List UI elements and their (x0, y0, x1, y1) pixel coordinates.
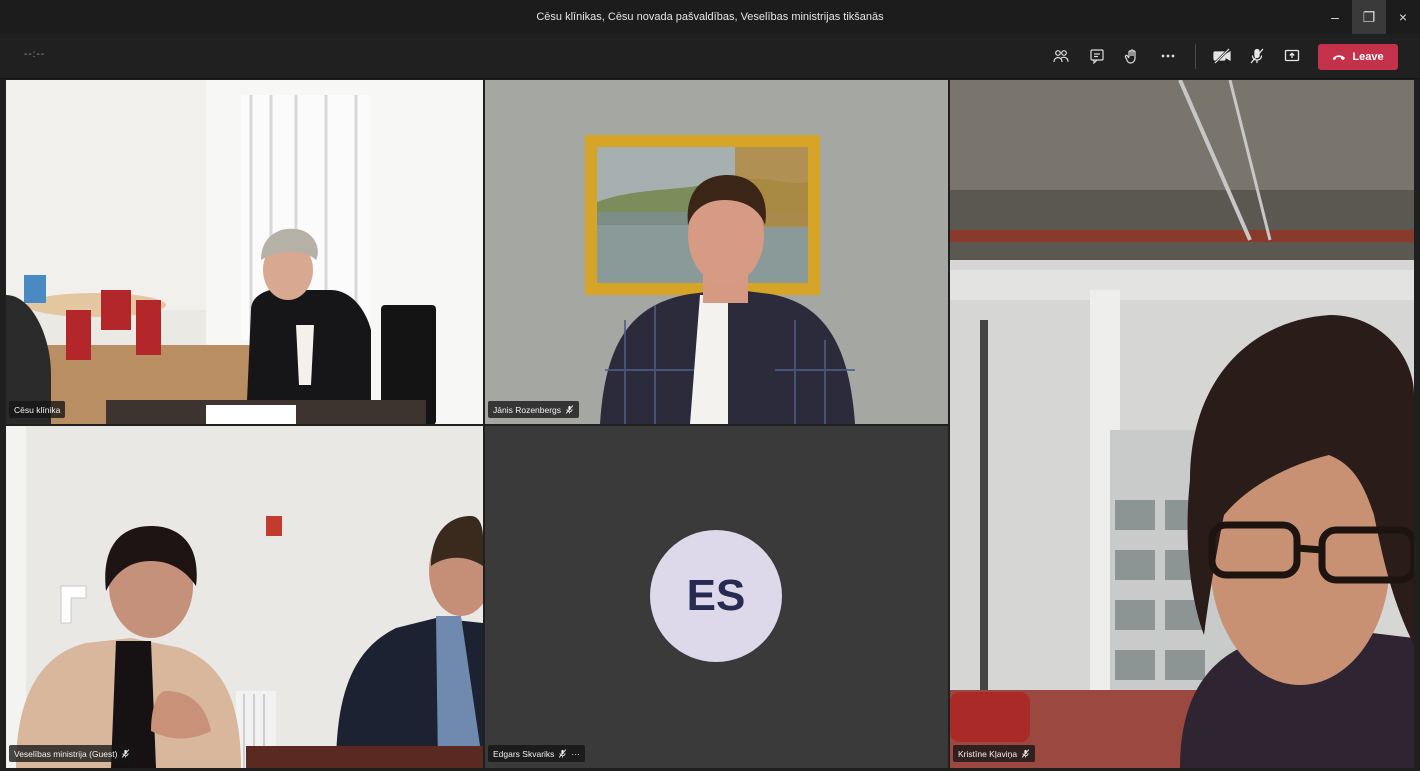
close-button[interactable]: × (1386, 0, 1420, 34)
more-icon[interactable] (1157, 46, 1179, 66)
restore-button[interactable]: ❐ (1352, 0, 1386, 34)
participant-name: Jānis Rozenbergs (493, 404, 562, 415)
participant-name: Kristīne Kļaviņa (958, 748, 1018, 759)
video-tile-cesu-klinika[interactable]: Cēsu klīnika (6, 80, 483, 424)
video-tile-veselibas-ministrija[interactable]: Veselības ministrija (Guest) (6, 426, 483, 768)
participants-icon[interactable] (1050, 46, 1072, 66)
share-screen-icon[interactable] (1281, 46, 1303, 66)
phone-hangup-icon (1333, 55, 1346, 60)
raise-hand-icon[interactable] (1121, 46, 1143, 66)
participant-name: Edgars Skvariks (493, 748, 555, 759)
video-tile-janis-rozenbergs[interactable]: Jānis Rozenbergs (485, 80, 948, 424)
participant-label: Cēsu klīnika (9, 401, 66, 418)
mic-off-icon (1021, 749, 1030, 758)
participant-label: Kristīne Kļaviņa (953, 745, 1036, 762)
leave-label: Leave (1352, 51, 1384, 63)
video-feed (950, 80, 1414, 768)
meeting-timer: --:-- (24, 49, 46, 60)
participant-label: Edgars Skvariks ··· (488, 745, 585, 762)
participant-label: Jānis Rozenbergs (488, 401, 580, 418)
video-tile-kristine-klavina[interactable]: Kristīne Kļaviņa (950, 80, 1414, 768)
mic-off-icon (559, 749, 567, 758)
leave-button[interactable]: Leave (1318, 44, 1398, 70)
title-bar: Cēsu klīnikas, Cēsu novada pašvaldības, … (0, 0, 1420, 34)
window-controls: – ❐ × (1318, 0, 1420, 34)
chat-icon[interactable] (1086, 46, 1108, 66)
minimize-button[interactable]: – (1318, 0, 1352, 34)
avatar: ES (650, 530, 782, 662)
avatar-initials: ES (686, 571, 746, 620)
video-feed (485, 80, 948, 424)
participant-name: Cēsu klīnika (14, 404, 61, 415)
participant-name: Veselības ministrija (Guest) (14, 748, 118, 759)
participant-label: Veselības ministrija (Guest) (9, 745, 136, 762)
mic-off-icon[interactable] (1246, 46, 1268, 66)
video-feed (6, 80, 483, 424)
window-title: Cēsu klīnikas, Cēsu novada pašvaldības, … (536, 11, 884, 23)
toolbar-divider (1195, 44, 1196, 69)
participant-more-icon[interactable]: ··· (571, 749, 580, 759)
mic-off-icon (565, 405, 574, 414)
mic-off-icon (122, 749, 130, 758)
meeting-toolbar: --:-- Leave (0, 34, 1420, 79)
video-feed (6, 426, 483, 768)
camera-off-icon[interactable] (1211, 46, 1233, 66)
